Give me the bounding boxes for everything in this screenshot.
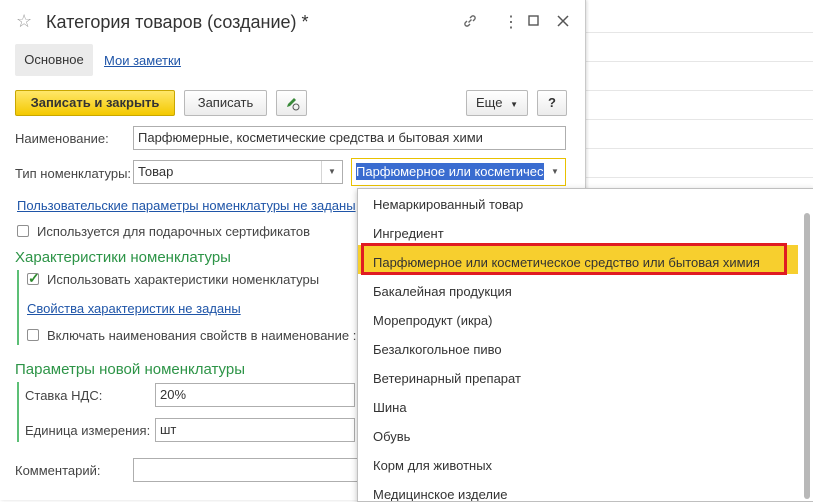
- type-dropdown-list: Немаркированный товар Ингредиент Парфюме…: [357, 188, 813, 502]
- checkmark-icon: ✓: [28, 270, 40, 286]
- subtype-value: Парфюмерное или косметичес: [356, 163, 544, 180]
- edit-pen-button[interactable]: [276, 90, 307, 116]
- more-button-label: Еще: [476, 95, 503, 110]
- dropdown-item[interactable]: Ингредиент: [373, 226, 444, 241]
- background-row-line: [585, 119, 813, 120]
- background-row-line: [585, 90, 813, 91]
- section-divider: [17, 382, 19, 442]
- dropdown-item[interactable]: Ветеринарный препарат: [373, 371, 521, 386]
- dropdown-item[interactable]: Бакалейная продукция: [373, 284, 512, 299]
- dropdown-item[interactable]: Шина: [373, 400, 407, 415]
- dropdown-item[interactable]: Немаркированный товар: [373, 197, 523, 212]
- tab-main[interactable]: Основное: [15, 44, 93, 76]
- name-input[interactable]: Парфюмерные, косметические средства и бы…: [133, 126, 566, 150]
- section-divider: [17, 270, 19, 345]
- close-icon[interactable]: [557, 14, 569, 31]
- chevron-down-icon[interactable]: ▼: [321, 161, 342, 183]
- type-value: Товар: [138, 164, 174, 179]
- chevron-down-icon[interactable]: ▼: [545, 159, 565, 185]
- vat-input[interactable]: 20%: [155, 383, 355, 407]
- use-characteristics-label: Использовать характеристики номенклатуры: [47, 272, 320, 287]
- comment-input[interactable]: [133, 458, 363, 482]
- vat-label: Ставка НДС:: [25, 388, 103, 403]
- maximize-icon[interactable]: [528, 14, 540, 31]
- gift-cert-checkbox[interactable]: [17, 225, 29, 237]
- background-row-line: [585, 148, 813, 149]
- type-label: Тип номенклатуры:: [15, 166, 132, 181]
- background-row-line: [585, 177, 813, 178]
- dropdown-item[interactable]: Корм для животных: [373, 458, 492, 473]
- background-row-line: [585, 61, 813, 62]
- dropdown-item[interactable]: Безалкогольное пиво: [373, 342, 502, 357]
- link-icon[interactable]: [462, 13, 478, 33]
- dropdown-item[interactable]: Морепродукт (икра): [373, 313, 492, 328]
- tab-my-notes[interactable]: Мои заметки: [104, 53, 181, 68]
- dialog-title: Категория товаров (создание) *: [46, 12, 309, 32]
- type-combo[interactable]: Товар ▼: [133, 160, 343, 184]
- more-button[interactable]: Еще ▼: [466, 90, 528, 116]
- chevron-down-icon: ▼: [510, 100, 518, 109]
- subtype-combo[interactable]: Парфюмерное или косметичес ▼: [351, 158, 566, 186]
- use-characteristics-checkbox[interactable]: ✓: [27, 270, 40, 286]
- star-icon[interactable]: ☆: [16, 11, 32, 32]
- char-props-link[interactable]: Свойства характеристик не заданы: [27, 301, 241, 316]
- tab-main-label: Основное: [24, 52, 84, 67]
- characteristics-section-title: Характеристики номенклатуры: [15, 249, 231, 266]
- gift-cert-label: Используется для подарочных сертификатов: [37, 224, 311, 239]
- new-params-section-title: Параметры новой номенклатуры: [15, 361, 245, 378]
- scrollbar-thumb[interactable]: [804, 213, 810, 499]
- dropdown-item[interactable]: Обувь: [373, 429, 410, 444]
- dropdown-item-selected[interactable]: Парфюмерное или косметическое средство и…: [373, 255, 760, 270]
- edit-pen-icon: [284, 98, 300, 114]
- comment-label: Комментарий:: [15, 463, 101, 478]
- save-button[interactable]: Записать: [184, 90, 267, 116]
- background-row-line: [585, 32, 813, 33]
- more-vertical-icon[interactable]: ⋮: [503, 12, 519, 32]
- include-props-checkbox[interactable]: [27, 329, 39, 341]
- save-and-close-button[interactable]: Записать и закрыть: [15, 90, 175, 116]
- include-props-label: Включать наименования свойств в наименов…: [47, 328, 357, 343]
- help-button[interactable]: ?: [537, 90, 567, 116]
- custom-params-link[interactable]: Пользовательские параметры номенклатуры …: [17, 198, 356, 213]
- name-label: Наименование:: [15, 131, 109, 146]
- unit-label: Единица измерения:: [25, 423, 151, 438]
- unit-input[interactable]: шт: [155, 418, 355, 442]
